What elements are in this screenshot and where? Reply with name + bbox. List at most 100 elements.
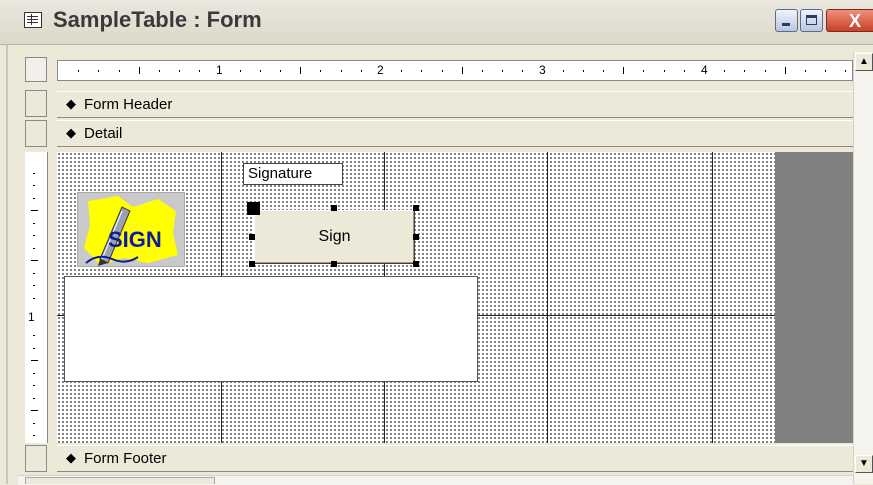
- ruler-tick: [179, 70, 181, 72]
- ruler-tick: [683, 70, 685, 72]
- sign-image[interactable]: SIGN: [77, 192, 185, 267]
- ruler-mark: 2: [377, 63, 384, 77]
- ruler-tick: [784, 67, 786, 74]
- up-arrow-icon: ▲: [859, 56, 869, 67]
- form-footer-bar[interactable]: ◆ Form Footer: [57, 445, 853, 472]
- grid-line: [547, 152, 548, 443]
- sign-pen-icon: SIGN: [84, 196, 178, 266]
- signature-label[interactable]: Signature: [243, 163, 343, 185]
- ruler-tick: [33, 335, 35, 336]
- form-footer-selector[interactable]: [25, 445, 47, 472]
- resize-handle[interactable]: [331, 205, 337, 211]
- detail-selector[interactable]: [25, 120, 47, 147]
- section-arrow-icon: ◆: [66, 96, 76, 111]
- ruler-tick: [461, 67, 463, 74]
- form-selector[interactable]: [25, 57, 47, 82]
- resize-handle[interactable]: [413, 261, 419, 267]
- ruler-tick: [33, 385, 35, 386]
- ruler-tick: [78, 70, 80, 72]
- ruler-tick: [33, 397, 35, 399]
- resize-handle[interactable]: [331, 261, 337, 267]
- ruler-tick: [764, 70, 766, 72]
- ruler-tick: [199, 70, 201, 72]
- section-arrow-icon: ◆: [66, 125, 76, 140]
- close-button[interactable]: X: [826, 9, 873, 32]
- maximize-button[interactable]: [800, 9, 823, 32]
- ruler-tick: [582, 70, 584, 72]
- ruler-tick: [360, 70, 362, 72]
- ruler-tick: [724, 70, 726, 72]
- ruler-tick: [158, 70, 160, 72]
- signature-control[interactable]: [64, 276, 478, 382]
- ruler-tick: [744, 70, 746, 72]
- ruler-tick: [562, 70, 564, 72]
- resize-handle[interactable]: [413, 205, 419, 211]
- ruler-mark: 3: [539, 63, 546, 77]
- ruler-tick: [33, 247, 35, 249]
- form-icon[interactable]: [24, 12, 42, 28]
- detail-bar[interactable]: ◆ Detail: [57, 120, 853, 147]
- ruler-tick: [522, 70, 524, 72]
- ruler-tick: [340, 70, 342, 72]
- ruler-tick: [33, 435, 35, 436]
- section-label: Form Header: [84, 96, 173, 113]
- ruler-mark: 1: [28, 310, 35, 324]
- minimize-button[interactable]: [775, 9, 798, 32]
- section-arrow-icon: ◆: [66, 450, 76, 465]
- ruler-tick: [33, 372, 35, 374]
- form-header-selector[interactable]: [25, 90, 47, 117]
- ruler-mark: 4: [701, 63, 708, 77]
- section-label: Detail: [84, 125, 123, 142]
- ruler-tick: [33, 347, 35, 349]
- ruler-tick: [603, 70, 605, 72]
- ruler-tick: [33, 185, 35, 186]
- ruler-tick: [33, 422, 35, 424]
- ruler-tick: [138, 67, 140, 74]
- down-arrow-icon: ▼: [859, 458, 869, 469]
- ruler-tick: [31, 360, 38, 361]
- ruler-tick: [259, 70, 261, 72]
- ruler-tick: [31, 210, 38, 211]
- ruler-tick: [33, 172, 35, 174]
- ruler-tick: [825, 70, 827, 72]
- ruler-tick: [663, 70, 665, 72]
- section-label: Form Footer: [84, 450, 167, 467]
- ruler-tick: [33, 285, 35, 286]
- sign-image-text: SIGN: [108, 227, 162, 252]
- ruler-tick: [804, 70, 806, 72]
- ruler-tick: [98, 70, 100, 72]
- ruler-tick: [845, 70, 847, 72]
- move-handle[interactable]: [247, 202, 260, 215]
- ruler-mark: 1: [216, 63, 223, 77]
- ruler-tick: [33, 297, 35, 299]
- horizontal-ruler[interactable]: 1 2 3 4: [57, 60, 853, 81]
- ruler-tick: [280, 70, 282, 72]
- ruler-tick: [643, 70, 645, 72]
- ruler-tick: [320, 70, 322, 72]
- horizontal-scroll-thumb[interactable]: [25, 477, 215, 484]
- ruler-tick: [31, 410, 38, 411]
- scroll-down-button[interactable]: ▼: [855, 455, 873, 473]
- form-header-bar[interactable]: ◆ Form Header: [57, 91, 853, 118]
- ruler-tick: [33, 272, 35, 274]
- ruler-tick: [33, 235, 35, 236]
- sign-button[interactable]: Sign: [254, 210, 415, 264]
- vertical-ruler[interactable]: 1: [25, 152, 48, 443]
- ruler-tick: [441, 70, 443, 72]
- ruler-tick: [623, 67, 625, 74]
- resize-handle[interactable]: [413, 234, 419, 240]
- grid-line: [712, 152, 713, 443]
- ruler-tick: [300, 67, 302, 74]
- ruler-tick: [31, 260, 38, 261]
- resize-handle[interactable]: [249, 261, 255, 267]
- close-icon: X: [849, 11, 862, 31]
- resize-handle[interactable]: [249, 234, 255, 240]
- ruler-tick: [481, 70, 483, 72]
- ruler-tick: [33, 222, 35, 224]
- ruler-tick: [421, 70, 423, 72]
- ruler-tick: [502, 70, 504, 72]
- vertical-scrollbar[interactable]: ▲ ▼: [853, 52, 873, 484]
- ruler-tick: [33, 197, 35, 199]
- ruler-tick: [118, 70, 120, 72]
- scroll-up-button[interactable]: ▲: [855, 53, 873, 71]
